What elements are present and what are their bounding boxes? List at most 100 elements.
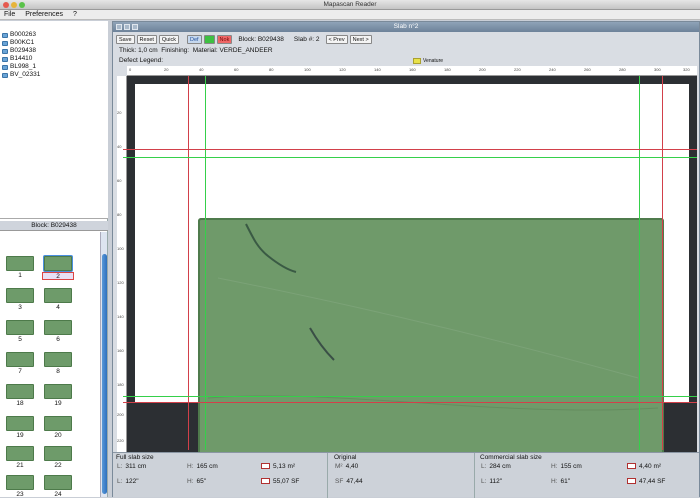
- ok-button[interactable]: [203, 34, 215, 44]
- slab-thumb-label: 19: [16, 432, 24, 439]
- red-guide-left[interactable]: [188, 76, 189, 450]
- menu-file[interactable]: File: [0, 10, 19, 20]
- slab-thumb[interactable]: 3: [2, 288, 38, 312]
- height-key: H:: [551, 478, 558, 485]
- green-guide-right[interactable]: [639, 76, 640, 450]
- slab-thumb[interactable]: 1: [2, 256, 38, 280]
- slab-canvas[interactable]: [123, 76, 697, 460]
- slab-thumb-image: [6, 352, 34, 367]
- slab-thumb[interactable]: 19: [40, 384, 76, 408]
- original-section: Original M² 4,40 SF 47,44: [331, 453, 475, 498]
- slab-thumb-label: 3: [18, 304, 22, 311]
- green-guide-top[interactable]: [123, 157, 697, 158]
- block-list-item[interactable]: BL998_1: [0, 63, 108, 71]
- folder-icon: [2, 72, 8, 78]
- block-list-item[interactable]: B029438: [0, 47, 108, 55]
- commercial-height-in: 61": [560, 478, 571, 485]
- legend-entry-venature: Venature: [423, 58, 444, 64]
- green-guide-bottom[interactable]: [123, 396, 697, 397]
- block-list: B000263 B00KC1 B029438 B14410 BL998_1 BV…: [0, 21, 108, 219]
- slab-thumb-label: 23: [16, 491, 24, 497]
- ruler-tick-label: 40: [117, 144, 122, 149]
- slab-thumb[interactable]: 18: [2, 384, 38, 408]
- block-list-item[interactable]: B14410: [0, 55, 108, 63]
- full-slab-section: Full slab size L: 311 cm H: 165 cm 5,13 m²…: [113, 453, 328, 498]
- slab-thumb[interactable]: 5: [2, 320, 38, 344]
- red-guide-bottom[interactable]: [123, 402, 697, 403]
- ruler-tick-label: 320: [683, 67, 690, 72]
- slab-thumb-label: 6: [56, 336, 60, 343]
- red-guide-top[interactable]: [123, 149, 697, 150]
- block-label: BV_02331: [10, 71, 41, 78]
- length-key: L:: [481, 463, 487, 470]
- height-key: H:: [187, 478, 194, 485]
- length-key: L:: [117, 463, 123, 470]
- slab-thumb[interactable]: 24: [40, 475, 76, 497]
- window-close-icon[interactable]: [116, 24, 122, 30]
- slab-thumb-image: [6, 446, 34, 461]
- slab-thumb[interactable]: 20: [40, 416, 76, 440]
- menu-help[interactable]: ?: [69, 10, 81, 20]
- ruler-tick-label: 180: [444, 67, 451, 72]
- slab-thumb[interactable]: 23: [2, 475, 38, 497]
- reset-button[interactable]: Reset: [136, 34, 157, 44]
- defect-legend-label: Defect Legend:: [119, 57, 164, 64]
- slab-thumb-label: 22: [54, 462, 62, 469]
- slab-window-title: Slab n°2: [393, 23, 419, 30]
- scrollbar-knob[interactable]: [102, 254, 107, 494]
- green-guide-left[interactable]: [205, 76, 206, 450]
- close-window-icon[interactable]: [3, 2, 9, 8]
- original-sf: 47,44: [346, 478, 363, 485]
- ruler-tick-label: 40: [199, 67, 204, 72]
- block-list-item[interactable]: BV_02331: [0, 71, 108, 79]
- slab-thumb[interactable]: 19: [2, 416, 38, 440]
- ruler-tick-label: 280: [619, 67, 626, 72]
- full-length-cm: 311 cm: [125, 463, 147, 470]
- quick-button[interactable]: Quick: [158, 34, 179, 44]
- m2-key: M²: [335, 463, 343, 470]
- thickness-label: Thick: 1,0 cm: [119, 47, 158, 54]
- ruler-tick-label: 100: [117, 246, 124, 251]
- window-minimize-icon[interactable]: [124, 24, 130, 30]
- slab-thumb[interactable]: 8: [40, 352, 76, 376]
- minimize-window-icon[interactable]: [11, 2, 17, 8]
- thumbnails-scrollbar[interactable]: [100, 232, 107, 497]
- def-button[interactable]: Def: [186, 34, 202, 44]
- slab-thumb-image: [44, 416, 72, 431]
- block-list-item[interactable]: B000263: [0, 31, 108, 39]
- area-icon: [627, 478, 636, 485]
- red-guide-right[interactable]: [662, 76, 663, 450]
- slab-thumb[interactable]: 6: [40, 320, 76, 344]
- slab-thumb-image: [44, 320, 72, 335]
- slab-thumb[interactable]: 22: [40, 446, 76, 470]
- slab-thumb-image: [44, 256, 72, 271]
- slab-thumb-selected[interactable]: 2: [40, 256, 76, 280]
- commercial-slab-section: Commercial slab size L: 284 cm H: 155 cm 4…: [477, 453, 699, 498]
- folder-icon: [2, 48, 8, 54]
- slab-info-row: Thick: 1,0 cm Finishing: Material: VERDE…: [119, 47, 273, 55]
- finishing-label: Finishing:: [161, 47, 190, 54]
- block-list-item[interactable]: B00KC1: [0, 39, 108, 47]
- slab-thumb[interactable]: 4: [40, 288, 76, 312]
- slab-thumb-label: 8: [56, 368, 60, 375]
- zoom-window-icon[interactable]: [19, 2, 25, 8]
- next-button[interactable]: Next >: [349, 34, 372, 44]
- window-maximize-icon[interactable]: [132, 24, 138, 30]
- ruler-tick-label: 140: [374, 67, 381, 72]
- prev-button[interactable]: < Prev: [325, 34, 348, 44]
- folder-icon: [2, 64, 8, 70]
- menu-preferences[interactable]: Preferences: [21, 10, 67, 20]
- save-button[interactable]: Save: [116, 34, 135, 44]
- ruler-tick-label: 300: [654, 67, 661, 72]
- slab-thumb-label: 5: [18, 336, 22, 343]
- slab-window: Slab n°2 Save Reset Quick Def Nok Block:…: [112, 21, 700, 498]
- slab-thumb[interactable]: 7: [2, 352, 38, 376]
- slab-thumb[interactable]: 21: [2, 446, 38, 470]
- slab-image[interactable]: [198, 218, 664, 460]
- commercial-height-cm: 155 cm: [560, 463, 582, 470]
- nok-button[interactable]: Nok: [216, 34, 233, 44]
- block-label: B14410: [10, 55, 33, 62]
- ruler-tick-label: 0: [129, 67, 132, 72]
- left-pane: B000263 B00KC1 B029438 B14410 BL998_1 BV…: [0, 21, 108, 497]
- slab-thumb-image: [44, 288, 72, 303]
